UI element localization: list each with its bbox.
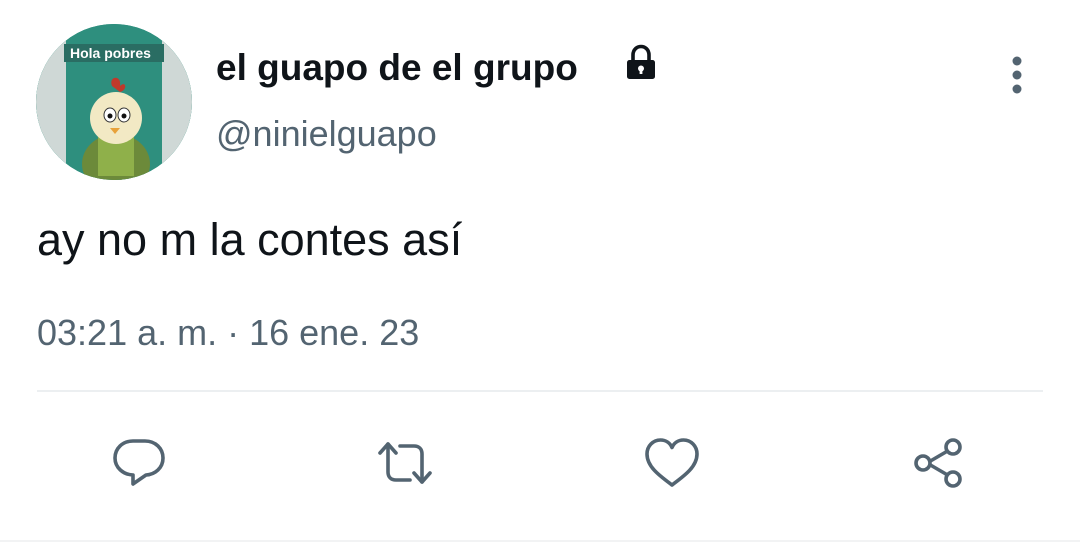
avatar-image: Hola pobres: [36, 24, 192, 180]
like-button[interactable]: [637, 428, 707, 498]
avatar-caption: Hola pobres: [70, 45, 151, 61]
author-handle[interactable]: @ninielguapo: [216, 112, 437, 156]
tweet-text: ay no m la contes así: [37, 214, 463, 265]
tweet-timestamp[interactable]: 03:21 a. m. · 16 ene. 23: [37, 310, 419, 356]
avatar[interactable]: Hola pobres: [36, 24, 192, 180]
bottom-divider: [0, 540, 1080, 542]
retweet-button[interactable]: [370, 428, 440, 498]
lock-icon: [627, 44, 655, 79]
tweet-card: Hola pobres el guapo de el grupo @niniel…: [0, 0, 1080, 555]
retweet-arrows-icon: [378, 442, 432, 484]
reply-button[interactable]: [104, 428, 174, 498]
author-display-name[interactable]: el guapo de el grupo: [216, 46, 578, 90]
more-options-icon[interactable]: [1000, 52, 1034, 98]
share-button[interactable]: [903, 428, 973, 498]
speech-bubble-icon: [113, 439, 165, 486]
divider: [37, 390, 1043, 392]
heart-icon: [645, 438, 699, 487]
share-nodes-icon: [914, 438, 962, 488]
